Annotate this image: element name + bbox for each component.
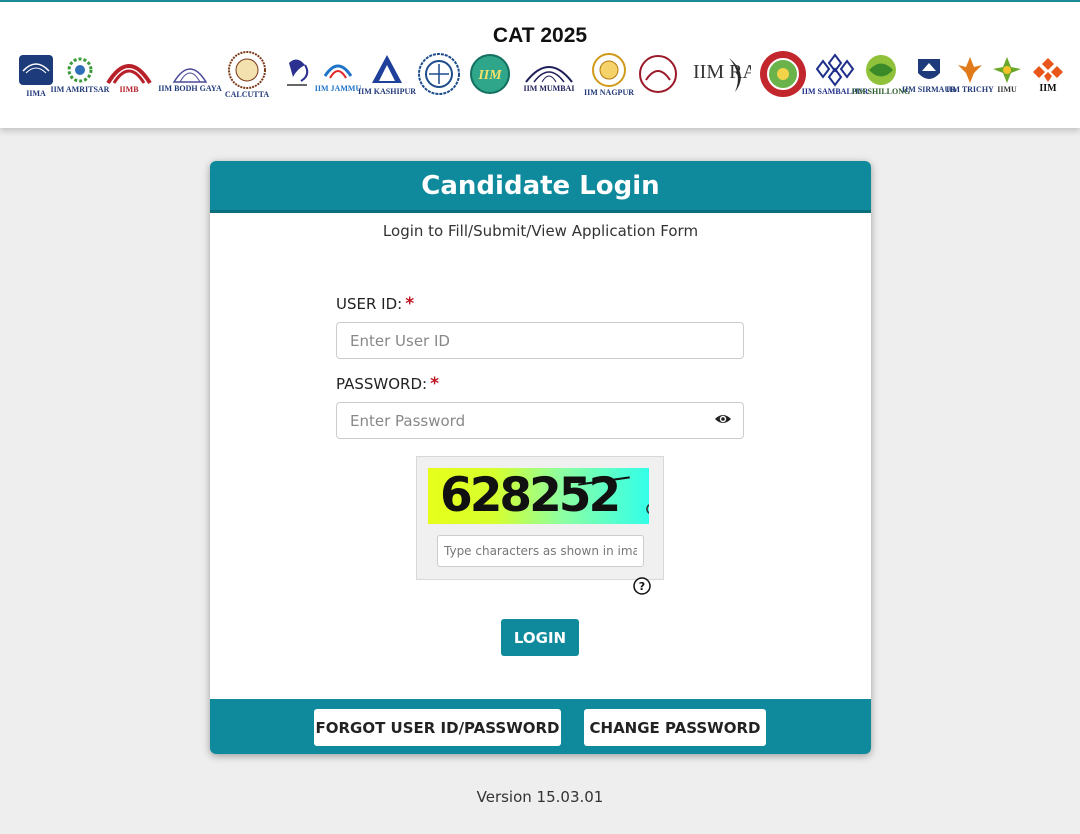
login-card-footer: FORGOT USER ID/PASSWORD CHANGE PASSWORD <box>210 699 871 754</box>
iim-indore-logo <box>280 46 314 102</box>
captcha-input[interactable] <box>437 535 644 567</box>
iimb-logo: IIMB <box>102 46 156 102</box>
iim-ranchi-logo: IIM RANCHI <box>690 46 752 102</box>
iim-ranchi-logo-label: IIM RANCHI <box>693 61 751 83</box>
login-card: Candidate Login Login to Fill/Submit/Vie… <box>210 161 871 754</box>
institute-logos-strip: IIMA IIM AMRITSAR IIMB IIM BODH GAYA CAL… <box>14 46 1074 102</box>
iim-lucknow-logo-label: IIM <box>477 68 502 83</box>
password-label: PASSWORD: * <box>336 374 439 394</box>
iim-lucknow-logo: IIM <box>466 46 514 102</box>
version-text: Version 15.03.01 <box>476 788 604 806</box>
iim-trichy-logo: IIM TRICHY <box>946 46 994 102</box>
change-password-button[interactable]: CHANGE PASSWORD <box>584 709 766 746</box>
eye-icon[interactable] <box>714 412 732 426</box>
iim-kozhikode-logo <box>416 46 462 102</box>
user-id-label: USER ID: * <box>336 294 414 314</box>
captcha-text: 628252 <box>440 468 621 523</box>
captcha-panel: 628252 <box>416 456 664 580</box>
iim-bodh-gaya-logo: IIM BODH GAYA <box>158 46 222 102</box>
iim-visakhapatnam-logo: IIM <box>1028 46 1068 102</box>
user-id-input[interactable] <box>336 322 744 359</box>
login-button[interactable]: LOGIN <box>501 619 579 656</box>
iim-mumbai-logo: IIM MUMBAI <box>519 46 579 102</box>
password-label-text: PASSWORD: <box>336 375 428 393</box>
iim-kashipur-logo: IIM KASHIPUR <box>358 46 416 102</box>
svg-text:?: ? <box>639 580 645 593</box>
required-marker: * <box>430 374 439 394</box>
iima-logo: IIMA <box>16 46 56 102</box>
iim-jammu-logo: IIM JAMMU <box>315 46 361 102</box>
login-subtitle: Login to Fill/Submit/View Application Fo… <box>382 222 699 240</box>
captcha-image: 628252 <box>428 468 649 524</box>
help-icon[interactable]: ? <box>633 577 651 595</box>
password-input[interactable] <box>336 402 744 439</box>
iim-calcutta-logo: CALCUTTA <box>224 46 270 102</box>
required-marker: * <box>405 294 415 314</box>
iim-sirmaur-logo: IIM SIRMAUR <box>902 46 956 102</box>
user-id-label-text: USER ID: <box>336 295 403 313</box>
login-card-title: Candidate Login <box>210 161 871 213</box>
page-header: CAT 2025 IIMA IIM AMRITSAR IIMB IIM BODH… <box>0 2 1080 128</box>
exam-title: CAT 2025 <box>492 24 588 47</box>
refresh-icon[interactable] <box>644 501 649 517</box>
iim-udaipur-logo: IIMU <box>986 46 1028 102</box>
iim-nagpur-logo: IIM NAGPUR <box>584 46 634 102</box>
forgot-credentials-button[interactable]: FORGOT USER ID/PASSWORD <box>314 709 561 746</box>
iim-shillong-logo: IIM SHILLONG <box>852 46 910 102</box>
iim-raipur-logo <box>758 46 808 102</box>
iim-amritsar-logo: IIM AMRITSAR <box>51 46 109 102</box>
iim-rohtak-logo <box>636 46 680 102</box>
